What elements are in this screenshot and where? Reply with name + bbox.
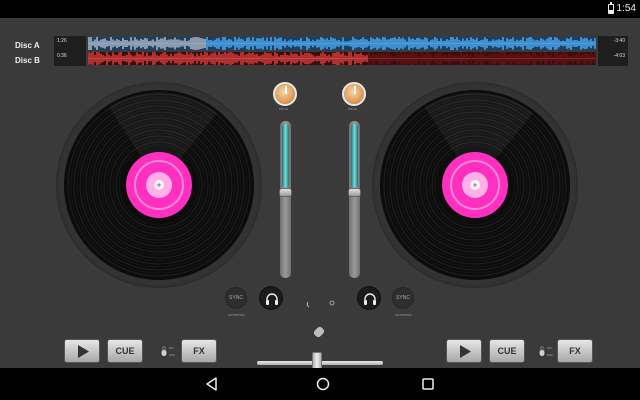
- headphone-cue-button-b[interactable]: [357, 286, 381, 310]
- fx-toggle-a-top-label: ON: [169, 346, 174, 350]
- dj-mixer-app: Disc A Disc B 1:26 0:36 -3:40 -4:03 PITC…: [0, 18, 640, 374]
- autosync-label-b: AUTOSYNC: [395, 313, 412, 317]
- turntable-a[interactable]: [56, 82, 262, 288]
- volume-slider-b[interactable]: [348, 121, 361, 278]
- fx-toggle-b-top-label: ON: [547, 346, 552, 350]
- curve-switch-icon: [313, 326, 325, 338]
- status-bar: 1:54: [0, 0, 640, 18]
- waveform-panel: Disc A Disc B 1:26 0:36 -3:40 -4:03: [0, 32, 640, 68]
- disc-b-waveform-graphic: [88, 52, 596, 65]
- autosync-label-a: AUTOSYNC: [228, 313, 245, 317]
- disc-a-label: Disc A: [15, 41, 40, 50]
- fx-button-a[interactable]: FX: [181, 339, 217, 363]
- status-clock: 1:54: [616, 3, 636, 14]
- fx-button-b[interactable]: FX: [557, 339, 593, 363]
- recent-apps-icon[interactable]: [420, 376, 436, 392]
- turntable-b[interactable]: [372, 82, 578, 288]
- cue-button-b[interactable]: CUE: [489, 339, 525, 363]
- disc-b-label: Disc B: [15, 56, 40, 65]
- volume-slider-b-fill: [351, 124, 358, 188]
- fx-toggle-b[interactable]: ON OFF: [537, 341, 555, 361]
- headphones-icon: [266, 293, 278, 305]
- pitch-knob-a-label: PITCH: [279, 107, 288, 111]
- vinyl-record-a-icon: [64, 90, 254, 280]
- pitch-knob-b[interactable]: [342, 82, 366, 106]
- battery-icon: [608, 2, 614, 14]
- disc-a-waveform-graphic: [88, 37, 596, 50]
- sync-button-a[interactable]: SYNC: [225, 287, 247, 309]
- disc-b-remaining-time: -4:03: [598, 51, 628, 66]
- play-icon: [460, 345, 471, 358]
- sync-button-b[interactable]: SYNC: [392, 287, 414, 309]
- navigation-bar: [0, 368, 640, 400]
- volume-slider-a[interactable]: [279, 121, 292, 278]
- vinyl-record-b-icon: [380, 90, 570, 280]
- volume-slider-a-fill: [282, 124, 289, 188]
- headphones-icon: [364, 293, 376, 305]
- fx-toggle-a-bottom-label: OFF: [169, 353, 175, 357]
- back-icon[interactable]: [204, 376, 220, 392]
- disc-a-elapsed-time: 1:26: [54, 36, 86, 51]
- pitch-knob-b-label: PITCH: [348, 107, 357, 111]
- disc-a-waveform[interactable]: [88, 37, 596, 50]
- pitch-knob-a[interactable]: [273, 82, 297, 106]
- curve-option-icon: [329, 300, 335, 306]
- fx-toggle-a[interactable]: ON OFF: [159, 341, 177, 361]
- crossfader-curve-selector[interactable]: [302, 299, 336, 339]
- home-icon[interactable]: [315, 376, 331, 392]
- disc-b-waveform[interactable]: [88, 52, 596, 65]
- headphone-cue-button-a[interactable]: [259, 286, 283, 310]
- cue-button-a[interactable]: CUE: [107, 339, 143, 363]
- play-button-a[interactable]: [64, 339, 100, 363]
- play-icon: [78, 345, 89, 358]
- disc-b-elapsed-time: 0:36: [54, 51, 86, 66]
- curve-option-icon: [306, 301, 310, 308]
- volume-slider-a-thumb[interactable]: [279, 188, 292, 197]
- fx-toggle-b-bottom-label: OFF: [547, 353, 553, 357]
- play-button-b[interactable]: [446, 339, 482, 363]
- disc-a-remaining-time: -3:40: [598, 36, 628, 51]
- volume-slider-b-thumb[interactable]: [348, 188, 361, 197]
